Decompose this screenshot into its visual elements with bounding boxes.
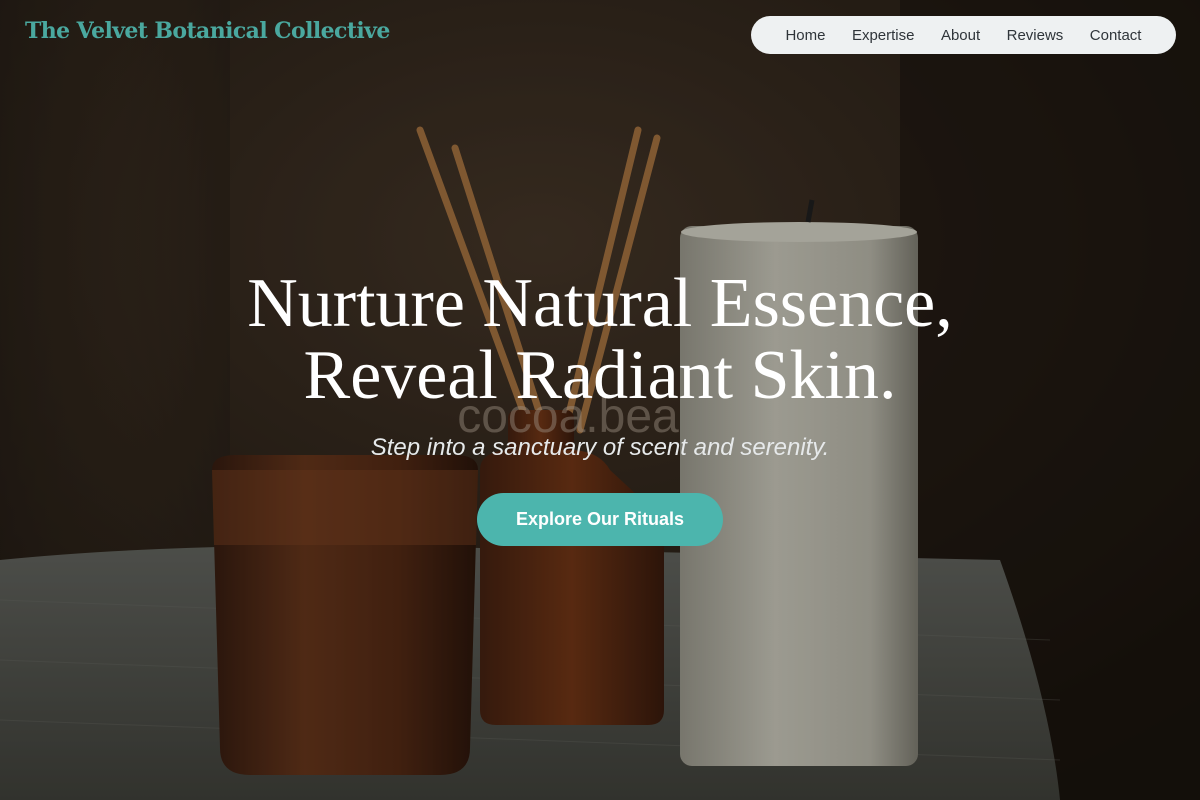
hero-subtitle: Step into a sanctuary of scent and seren… (370, 434, 830, 461)
nav-link-contact[interactable]: Contact (1090, 27, 1142, 44)
hero-headline: Nurture Natural Essence, Reveal Radiant … (0, 268, 1200, 412)
nav-link-home[interactable]: Home (785, 27, 825, 44)
hero-headline-line-2: Reveal Radiant Skin. (303, 337, 897, 414)
hero-headline-line-1: Nurture Natural Essence, (247, 265, 953, 342)
hero-section: cocoa.beauty The Velvet Botanical Collec… (0, 0, 1200, 800)
brand-logo-text[interactable]: The Velvet Botanical Collective (25, 18, 390, 44)
nav-link-about[interactable]: About (941, 27, 980, 44)
nav-link-expertise[interactable]: Expertise (852, 27, 915, 44)
explore-rituals-button[interactable]: Explore Our Rituals (477, 493, 723, 546)
nav-link-reviews[interactable]: Reviews (1007, 27, 1064, 44)
main-navigation: Home Expertise About Reviews Contact (751, 16, 1176, 54)
